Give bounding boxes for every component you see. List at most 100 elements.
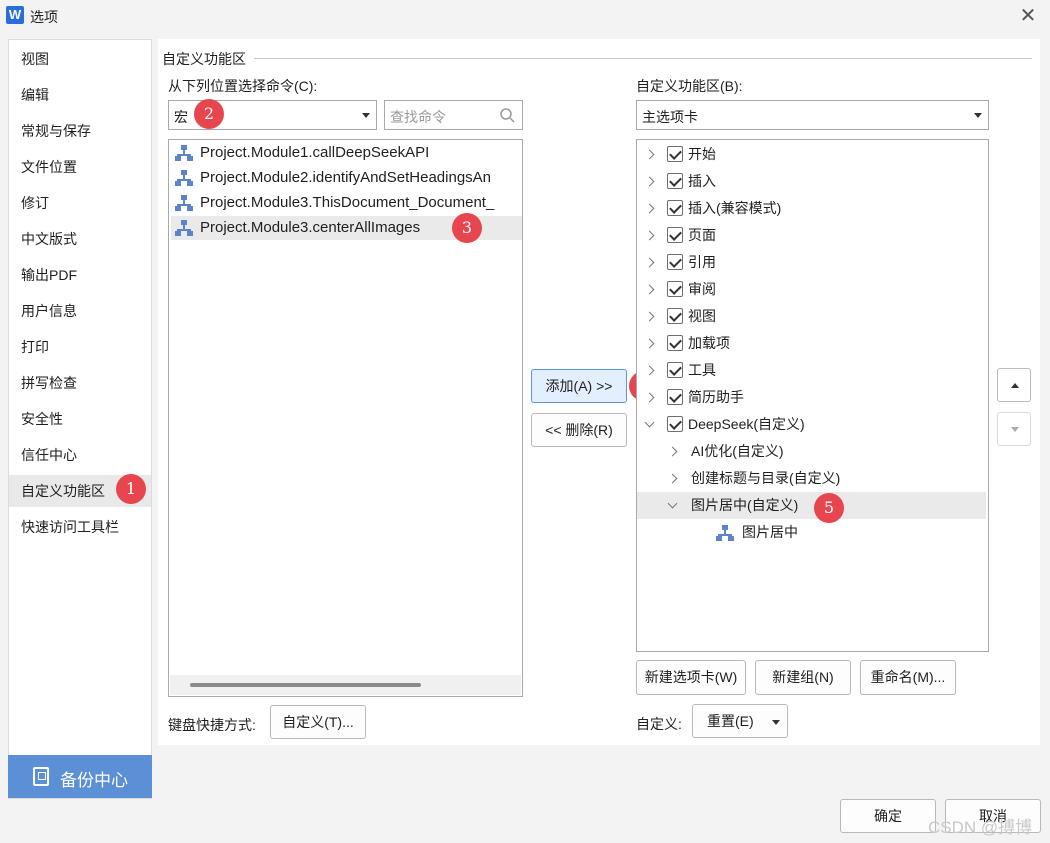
sidebar-item-spellcheck[interactable]: 拼写检查 bbox=[9, 367, 151, 399]
sidebar-item-user-info[interactable]: 用户信息 bbox=[9, 295, 151, 327]
tree-node-references[interactable]: 引用 bbox=[637, 249, 988, 276]
chevron-right-icon[interactable] bbox=[667, 473, 678, 484]
checkbox-checked[interactable] bbox=[667, 416, 683, 432]
tree-node-label: 审阅 bbox=[688, 281, 716, 297]
chevron-right-icon[interactable] bbox=[644, 365, 655, 376]
checkbox-checked[interactable] bbox=[667, 362, 683, 378]
list-item[interactable]: Project.Module3.ThisDocument_Document_ bbox=[171, 191, 522, 215]
reset-label: 重置(E) bbox=[707, 713, 754, 729]
list-item[interactable]: Project.Module2.identifyAndSetHeadingsAn bbox=[171, 166, 522, 190]
tree-node-tools[interactable]: 工具 bbox=[637, 357, 988, 384]
move-down-button[interactable] bbox=[997, 412, 1031, 446]
chevron-right-icon[interactable] bbox=[644, 311, 655, 322]
tree-node-resume-assistant[interactable]: 简历助手 bbox=[637, 384, 988, 411]
chevron-right-icon[interactable] bbox=[644, 284, 655, 295]
section-title: 自定义功能区 bbox=[162, 51, 246, 67]
tree-node-insert-compat[interactable]: 插入(兼容模式) bbox=[637, 195, 988, 222]
chevron-right-icon[interactable] bbox=[644, 338, 655, 349]
checkbox-checked[interactable] bbox=[667, 254, 683, 270]
backup-center-button[interactable]: 备份中心 bbox=[8, 755, 152, 798]
sidebar-item-file-locations[interactable]: 文件位置 bbox=[9, 151, 151, 183]
chevron-right-icon[interactable] bbox=[644, 176, 655, 187]
sidebar-item-trust-center[interactable]: 信任中心 bbox=[9, 439, 151, 471]
sidebar-item-general-save[interactable]: 常规与保存 bbox=[9, 115, 151, 147]
chevron-right-icon[interactable] bbox=[644, 257, 655, 268]
csdn-watermark: CSDN @搏博 bbox=[928, 818, 1033, 837]
macro-icon bbox=[175, 220, 193, 236]
ribbon-tabs-dropdown[interactable]: 主选项卡 bbox=[636, 100, 989, 130]
chevron-right-icon[interactable] bbox=[644, 230, 655, 241]
tree-group-label: AI优化(自定义) bbox=[691, 443, 784, 459]
tree-node-label: 插入 bbox=[688, 173, 716, 189]
tree-node-label: DeepSeek(自定义) bbox=[688, 416, 805, 432]
move-up-button[interactable] bbox=[997, 368, 1031, 402]
reset-dropdown-button[interactable]: 重置(E) bbox=[692, 704, 788, 738]
checkbox-checked[interactable] bbox=[667, 146, 683, 162]
tree-command-center-images[interactable]: 图片居中 bbox=[637, 519, 988, 546]
dropdown-arrow-icon bbox=[772, 720, 780, 725]
chevron-down-icon[interactable] bbox=[644, 417, 655, 428]
chevron-right-icon[interactable] bbox=[667, 446, 678, 457]
wps-writer-icon: W bbox=[6, 6, 24, 24]
checkbox-checked[interactable] bbox=[667, 227, 683, 243]
checkbox-checked[interactable] bbox=[667, 389, 683, 405]
tree-group-label: 图片居中(自定义) bbox=[691, 497, 799, 513]
chevron-right-icon[interactable] bbox=[644, 203, 655, 214]
tree-group-create-headings[interactable]: 创建标题与目录(自定义) bbox=[637, 465, 988, 492]
macro-icon bbox=[175, 145, 193, 161]
tree-node-insert[interactable]: 插入 bbox=[637, 168, 988, 195]
horizontal-scrollbar[interactable] bbox=[170, 675, 521, 695]
arrow-down-icon bbox=[1011, 427, 1019, 432]
tree-node-page[interactable]: 页面 bbox=[637, 222, 988, 249]
ribbon-tabs-value: 主选项卡 bbox=[642, 109, 698, 125]
command-search-box[interactable]: 查找命令 bbox=[384, 100, 523, 130]
chevron-right-icon[interactable] bbox=[644, 149, 655, 160]
ok-button[interactable]: 确定 bbox=[840, 799, 936, 833]
tree-node-label: 插入(兼容模式) bbox=[688, 200, 782, 216]
command-label: Project.Module1.callDeepSeekAPI bbox=[200, 144, 430, 161]
command-search-placeholder: 查找命令 bbox=[390, 109, 446, 125]
tree-node-deepseek[interactable]: DeepSeek(自定义) bbox=[637, 411, 988, 438]
scrollbar-thumb[interactable] bbox=[190, 683, 421, 687]
checkbox-checked[interactable] bbox=[667, 173, 683, 189]
rename-button[interactable]: 重命名(M)... bbox=[860, 660, 956, 695]
tree-node-home[interactable]: 开始 bbox=[637, 141, 988, 168]
tree-group-ai-optimize[interactable]: AI优化(自定义) bbox=[637, 438, 988, 465]
checkbox-checked[interactable] bbox=[667, 308, 683, 324]
list-item[interactable]: Project.Module1.callDeepSeekAPI bbox=[171, 141, 522, 165]
chevron-right-icon[interactable] bbox=[644, 392, 655, 403]
close-button[interactable]: ✕ bbox=[1014, 2, 1042, 30]
ribbon-tree[interactable]: 开始 插入 插入(兼容模式) 页面 引用 审阅 视图 加载项 工具 简历助手 D… bbox=[636, 139, 989, 652]
customize-shortcut-button[interactable]: 自定义(T)... bbox=[270, 705, 366, 739]
sidebar-item-print[interactable]: 打印 bbox=[9, 331, 151, 363]
sidebar-item-revisions[interactable]: 修订 bbox=[9, 187, 151, 219]
tree-node-label: 加载项 bbox=[688, 335, 730, 351]
tree-group-center-images[interactable]: 图片居中(自定义) bbox=[637, 492, 986, 519]
sidebar-item-quick-access-toolbar[interactable]: 快速访问工具栏 bbox=[9, 511, 151, 543]
command-label: Project.Module3.ThisDocument_Document_ bbox=[200, 194, 495, 211]
step-badge-5: 5 bbox=[814, 493, 844, 523]
sidebar-item-security[interactable]: 安全性 bbox=[9, 403, 151, 435]
tree-node-addins[interactable]: 加载项 bbox=[637, 330, 988, 357]
tree-node-label: 页面 bbox=[688, 227, 716, 243]
sidebar-item-export-pdf[interactable]: 输出PDF bbox=[9, 259, 151, 291]
backup-center-label: 备份中心 bbox=[60, 771, 128, 790]
arrow-up-icon bbox=[1011, 383, 1019, 388]
new-group-button[interactable]: 新建组(N) bbox=[755, 660, 851, 695]
sidebar-item-chinese-layout[interactable]: 中文版式 bbox=[9, 223, 151, 255]
remove-button[interactable]: << 删除(R) bbox=[531, 413, 627, 447]
tree-node-review[interactable]: 审阅 bbox=[637, 276, 988, 303]
sidebar-item-view[interactable]: 视图 bbox=[9, 43, 151, 75]
checkbox-checked[interactable] bbox=[667, 281, 683, 297]
tree-node-view[interactable]: 视图 bbox=[637, 303, 988, 330]
sidebar-item-edit[interactable]: 编辑 bbox=[9, 79, 151, 111]
checkbox-checked[interactable] bbox=[667, 335, 683, 351]
checkbox-checked[interactable] bbox=[667, 200, 683, 216]
customize-label: 自定义: bbox=[636, 716, 682, 732]
tree-node-label: 引用 bbox=[688, 254, 716, 270]
keyboard-shortcut-label: 键盘快捷方式: bbox=[168, 717, 256, 733]
new-tab-button[interactable]: 新建选项卡(W) bbox=[636, 660, 746, 695]
chevron-down-icon[interactable] bbox=[667, 498, 678, 509]
command-label: Project.Module3.centerAllImages bbox=[200, 219, 421, 236]
add-button[interactable]: 添加(A) >> bbox=[531, 369, 627, 403]
